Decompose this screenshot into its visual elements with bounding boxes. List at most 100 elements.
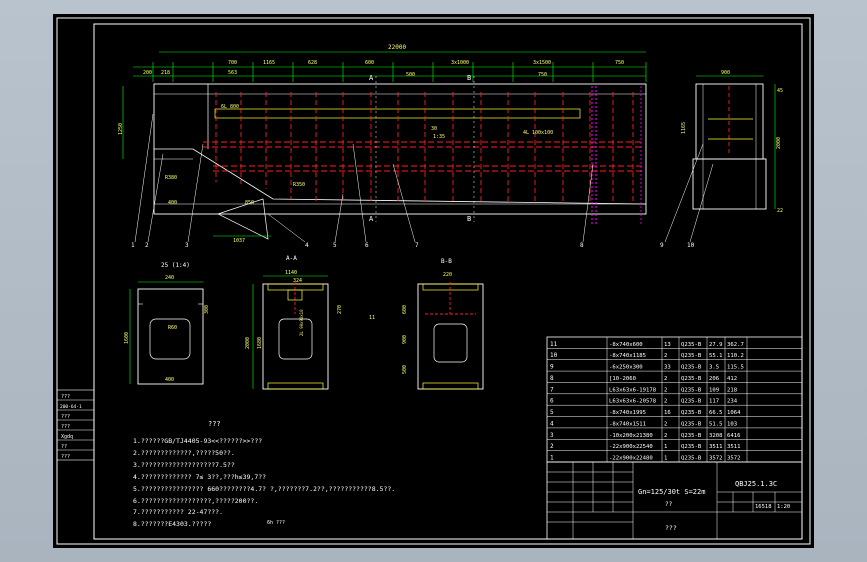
end-dim-w: 900 <box>721 70 730 76</box>
bom-cell-w1: 117 <box>709 399 719 405</box>
bom-cell-spec: -8x740x1185 <box>609 353 646 359</box>
callout-3: 3 <box>185 242 189 249</box>
title-block: Gn=125/30t S=22m ?? QBJ25.1.3C 16518 1:2… <box>546 461 803 540</box>
end-dim-d2: 22 <box>777 208 783 214</box>
dim-d4: 1165 <box>263 60 275 66</box>
label-slope: 1:35 <box>433 134 445 140</box>
dim-d11: 750 <box>538 72 547 78</box>
aa-dim-w1: 1140 <box>285 270 297 276</box>
aa-top-flange <box>267 283 324 291</box>
bom-cell-w1: 51.5 <box>709 421 722 427</box>
callout-6: 6 <box>365 242 369 249</box>
note-3: 3.???????????????????7.5?? <box>133 461 235 469</box>
bom-cell-mat: Q235-B <box>681 410 702 416</box>
aa-note: 2L 90x90x10 <box>299 309 304 336</box>
dim-r1: R380 <box>165 175 177 181</box>
aa-bottom-flange <box>267 382 324 390</box>
left-stamp-block: ??? 200-64-1 ??? ??? Xgdq ?? ??? <box>56 389 95 461</box>
bom-table: 11 -8x740x600 13 Q235-B 27.9 362.710 -8x740x11… <box>546 336 803 463</box>
bom-cell-spec: -22x900x22540 <box>609 444 653 450</box>
weld-note: 6h ??? <box>267 520 285 526</box>
stamp-r7: ??? <box>61 454 70 460</box>
bb-bottom-flange <box>422 382 479 390</box>
bom-cell-mat: Q235-B <box>681 421 702 427</box>
bb-cutout <box>433 323 468 363</box>
notes-title: ??? <box>208 420 221 428</box>
bom-cell-no: 11 <box>550 341 558 348</box>
section-b-top: B <box>467 74 471 82</box>
end-view: 900 2000 1165 45 22 <box>681 70 783 214</box>
v25-dim-w: 240 <box>165 275 174 281</box>
bom-cell-w2: 103 <box>727 421 737 427</box>
end-dim-h2: 1165 <box>681 122 687 134</box>
title-company: ??? <box>665 524 677 532</box>
stamp-r1: ??? <box>61 394 70 400</box>
callout-9: 9 <box>660 242 664 249</box>
dim-400: 400 <box>168 200 177 206</box>
bom-cell-spec: -8x740x600 <box>609 342 643 348</box>
aa-cutout <box>278 318 313 360</box>
note-5: 5.???????????????? 660????????4.7? ?,???… <box>133 485 395 493</box>
dim-r2: R350 <box>293 182 305 188</box>
bom-cell-qty: 2 <box>664 353 667 359</box>
section-aa-title: A-A <box>286 255 297 262</box>
callout-leaders <box>134 113 714 243</box>
bom-cell-qty: 13 <box>664 342 671 348</box>
note-7: 7.??????????? 22-47???. <box>133 508 223 516</box>
bom-cell-w1: 3208 <box>709 433 723 439</box>
note-8: 8.???????E4303.????? <box>133 520 211 528</box>
bom-cell-w1: 55.1 <box>709 353 722 359</box>
note-6: 6.??????????????????,?????200??. <box>133 497 258 505</box>
bom-cell-mat: Q235-B <box>681 433 702 439</box>
bom-cell-spec: -22x900x22480 <box>609 456 653 462</box>
bom-cell-no: 2 <box>550 443 554 450</box>
title-sub: ?? <box>665 501 673 508</box>
aa-dim-d: 270 <box>337 305 343 314</box>
bom-frame <box>546 336 803 463</box>
title-scale: 1:20 <box>777 504 790 510</box>
cad-drawing: 22000 200 218 700 1165 563 628 600 3x100… <box>56 17 811 545</box>
bom-cell-w1: 206 <box>709 376 719 382</box>
dim-d1: 200 <box>143 70 152 76</box>
note-4: 4.????????????? 7≤ 3??,???h≤39,7?? <box>133 473 266 481</box>
bb-dim-d: 11 <box>369 315 375 321</box>
rail-strip <box>214 108 581 119</box>
dim-d3: 700 <box>228 60 237 66</box>
bom-cell-no: 8 <box>550 375 554 382</box>
bom-cell-w2: 115.5 <box>727 365 744 371</box>
bom-cell-w2: 6416 <box>727 433 740 439</box>
v25-dim-d: 300 <box>204 305 210 314</box>
bb-top-flange <box>422 283 479 291</box>
bom-cell-spec: -10x200x21380 <box>609 433 653 439</box>
drawing-canvas: 22000 200 218 700 1165 563 628 600 3x100… <box>53 14 814 548</box>
bom-cell-w2: 412 <box>727 376 737 382</box>
dim-d12: 750 <box>615 60 624 66</box>
bom-cell-no: 9 <box>550 364 554 371</box>
bom-cell-qty: 2 <box>664 399 667 405</box>
stamp-r4: ??? <box>61 424 70 430</box>
bom-cell-mat: Q235-B <box>681 365 702 371</box>
dim-hopper-w: 1037 <box>233 238 245 244</box>
bom-cell-no: 5 <box>550 409 554 416</box>
callout-8: 8 <box>580 242 584 249</box>
label-6l800: 6L 800 <box>221 104 239 110</box>
dim-hopper-d: 850 <box>245 200 254 206</box>
bom-cell-qty: 16 <box>664 410 671 416</box>
section-bb-title: B-B <box>441 258 452 265</box>
stamp-r6: ?? <box>61 444 67 450</box>
stamp-r3: ??? <box>61 414 70 420</box>
v25-dim-h: 1600 <box>124 332 130 344</box>
bom-cell-mat: Q235-B <box>681 399 702 405</box>
dim-ticks <box>152 62 647 82</box>
end-upper-box <box>695 83 764 160</box>
bom-cell-w1: 3.5 <box>709 365 719 371</box>
bb-section-box <box>417 283 484 390</box>
dim-d2: 218 <box>161 70 170 76</box>
bom-cell-spec: -8x740x1995 <box>609 410 646 416</box>
title-spec: Gn=125/30t S=22m <box>638 488 705 496</box>
bb-dim-w: 220 <box>443 272 452 278</box>
dim-d10: 3x1500 <box>533 60 551 66</box>
bom-cell-spec: L63x63x6-20578 <box>609 399 657 405</box>
bom-cell-no: 1 <box>550 455 554 462</box>
bom-cell-w2: 3572 <box>727 456 740 462</box>
